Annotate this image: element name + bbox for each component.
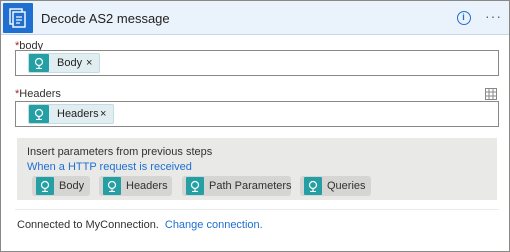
chip-label: Body bbox=[59, 180, 85, 192]
headers-label-text: Headers bbox=[19, 88, 61, 100]
chip-label: Path Parameters bbox=[209, 180, 292, 192]
body-token[interactable]: Body × bbox=[28, 53, 100, 73]
http-request-icon bbox=[36, 177, 54, 195]
chip-queries[interactable]: Queries bbox=[300, 176, 371, 196]
headers-token[interactable]: Headers × bbox=[28, 104, 114, 124]
footer-divider bbox=[15, 209, 499, 210]
action-card: Decode AS2 message i ··· *body Body × *H… bbox=[0, 0, 510, 252]
panel-heading: Insert parameters from previous steps bbox=[27, 146, 213, 158]
action-header[interactable]: Decode AS2 message i ··· bbox=[1, 1, 509, 35]
chip-label: Queries bbox=[327, 180, 366, 192]
chip-path-parameters[interactable]: Path Parameters bbox=[182, 176, 292, 196]
body-field[interactable]: Body × bbox=[15, 50, 499, 76]
connection-status: Connected to MyConnection. bbox=[17, 219, 159, 231]
chip-headers[interactable]: Headers bbox=[99, 176, 172, 196]
http-request-icon bbox=[29, 54, 49, 72]
dynamic-content-panel: Insert parameters from previous steps Wh… bbox=[17, 138, 497, 200]
http-request-icon bbox=[186, 177, 204, 195]
token-label: Body bbox=[57, 57, 83, 69]
info-icon[interactable]: i bbox=[457, 11, 471, 25]
action-title: Decode AS2 message bbox=[41, 11, 170, 26]
connection-footer: Connected to MyConnection. Change connect… bbox=[17, 219, 263, 231]
headers-field-label: *Headers bbox=[15, 88, 61, 100]
chip-body[interactable]: Body bbox=[32, 176, 90, 196]
as2-connector-icon bbox=[3, 3, 33, 33]
ellipsis-icon[interactable]: ··· bbox=[485, 9, 502, 23]
change-connection-link[interactable]: Change connection. bbox=[165, 219, 263, 231]
trigger-source-link[interactable]: When a HTTP request is received bbox=[27, 161, 192, 173]
http-request-icon bbox=[29, 105, 49, 123]
remove-token-icon[interactable]: × bbox=[86, 57, 92, 69]
http-request-icon bbox=[103, 177, 121, 195]
chip-label: Headers bbox=[126, 180, 168, 192]
headers-field[interactable]: Headers × bbox=[15, 101, 499, 127]
remove-token-icon[interactable]: × bbox=[100, 108, 106, 120]
http-request-icon bbox=[304, 177, 322, 195]
token-label: Headers bbox=[57, 108, 99, 120]
